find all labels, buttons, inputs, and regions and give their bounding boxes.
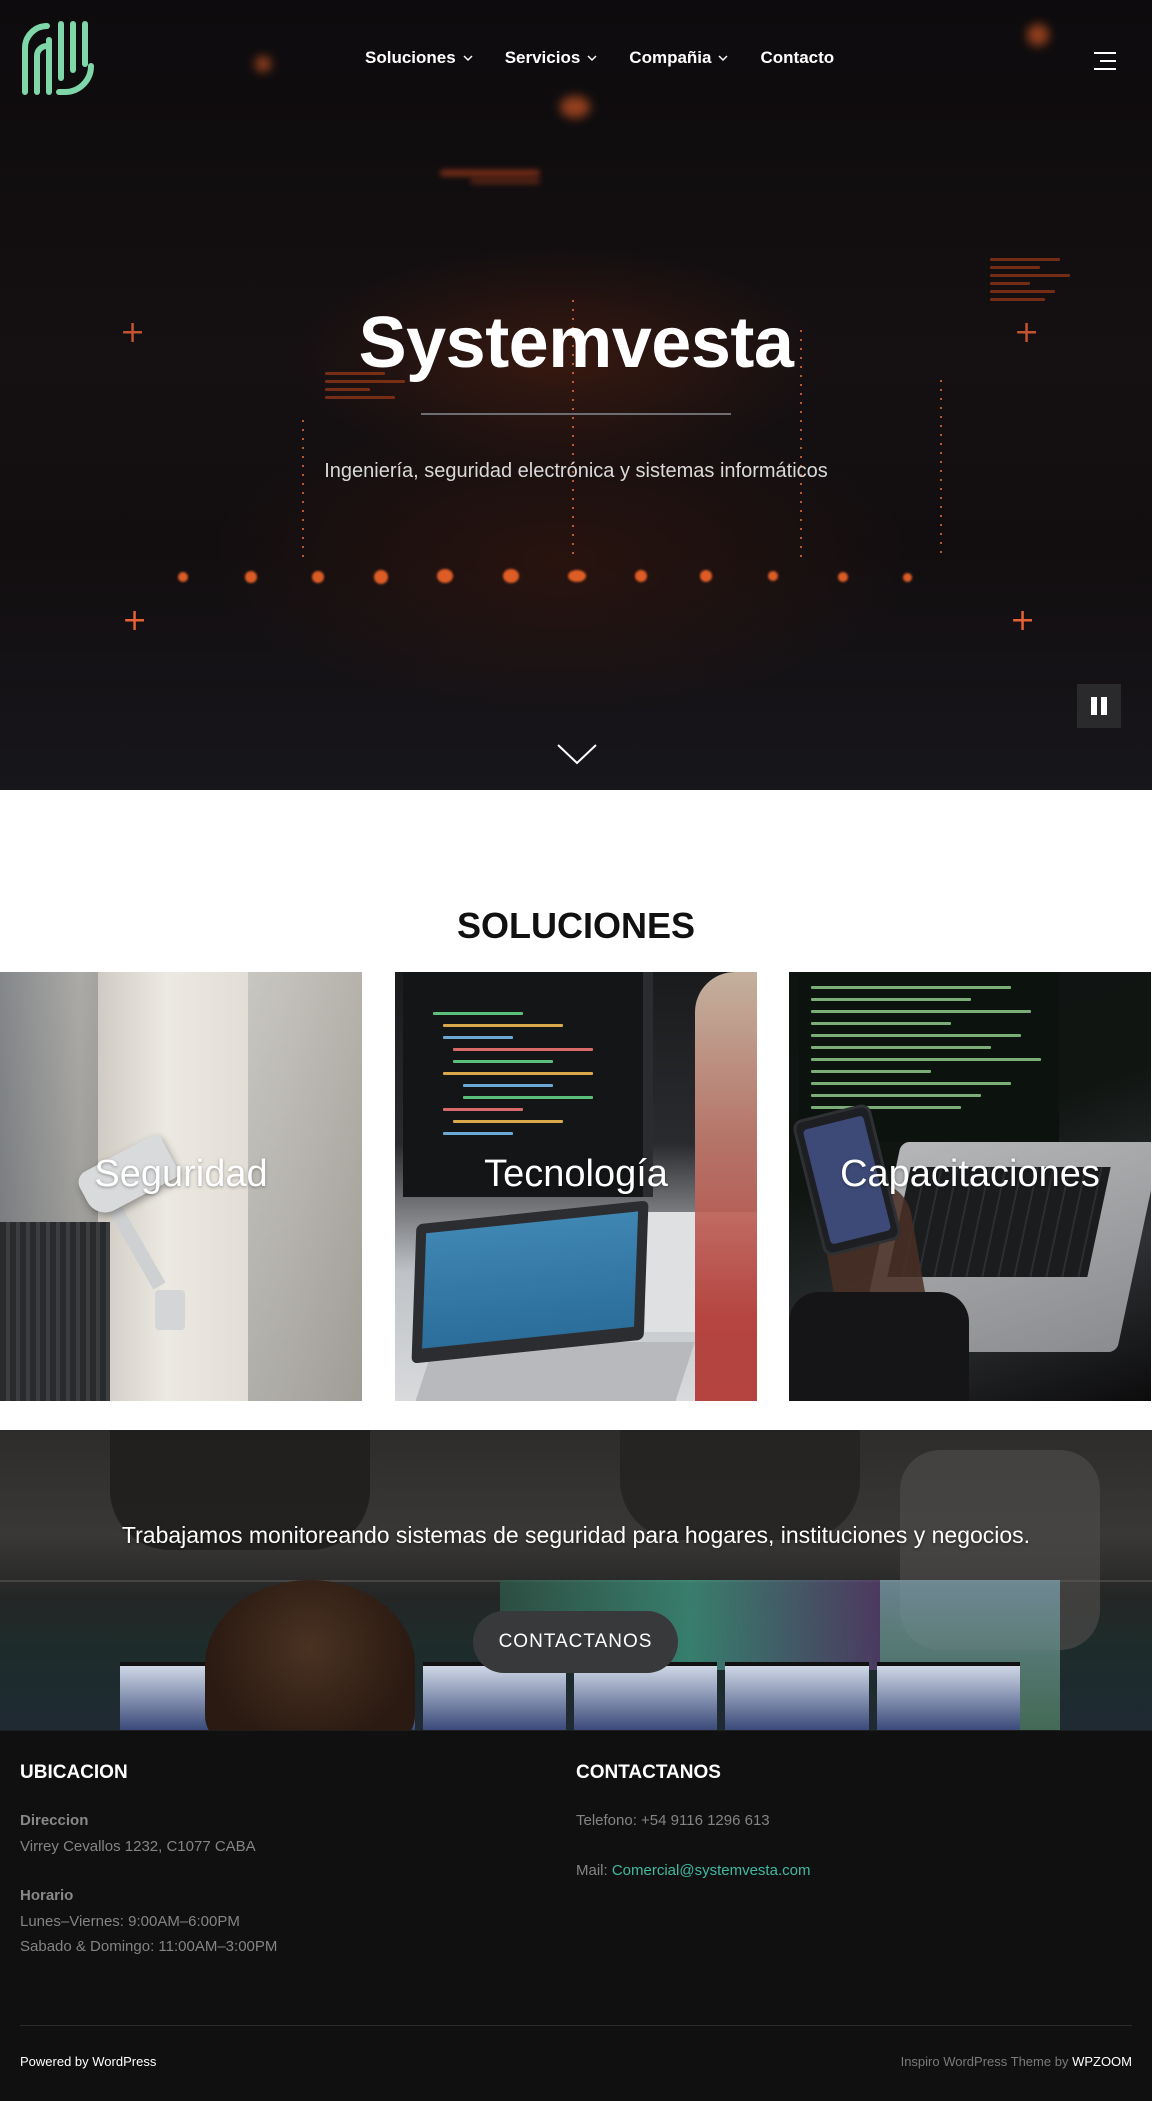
- solution-card-label: Tecnología: [484, 1153, 668, 1195]
- cta-banner: [0, 1430, 1152, 1730]
- chevron-down-icon: [463, 55, 473, 62]
- footer-hours-label: Horario: [20, 1887, 74, 1904]
- hero-light: [560, 96, 590, 118]
- hero-light-streak: [470, 178, 540, 184]
- solution-card-label: Seguridad: [94, 1153, 268, 1195]
- hero-light: [700, 570, 712, 582]
- pause-button[interactable]: [1077, 684, 1121, 728]
- hero-light: [374, 570, 388, 584]
- card-photo-wall: [0, 1222, 110, 1401]
- footer-address-label: Direccion: [20, 1812, 89, 1829]
- solution-card-tecnologia[interactable]: Tecnología: [395, 972, 757, 1401]
- nav-item-soluciones[interactable]: Soluciones: [365, 48, 473, 68]
- nav-item-label: Servicios: [504, 48, 581, 67]
- theme-credit: Inspiro WordPress Theme by WPZOOM: [901, 2054, 1132, 2069]
- main-nav: Soluciones Servicios Compañia Contacto: [365, 48, 834, 68]
- hero-light: [768, 571, 778, 581]
- nav-item-label: Contacto: [760, 48, 835, 67]
- hero-light: [838, 572, 848, 582]
- systemvesta-logo-icon[interactable]: [20, 20, 96, 96]
- cta-photo-operator: [205, 1580, 415, 1730]
- pause-icon: [1091, 697, 1097, 715]
- hero-light-trail: [302, 420, 304, 560]
- hero-code-lines: [990, 258, 1080, 306]
- card-photo-camera-base: [155, 1290, 185, 1330]
- hero-light: [503, 569, 519, 583]
- hero-light: [568, 570, 586, 582]
- footer-divider: [20, 2025, 1132, 2026]
- hero-divider: [421, 413, 731, 415]
- hero-light: [312, 571, 324, 583]
- nav-item-servicios[interactable]: Servicios: [505, 48, 598, 68]
- footer-location-heading: UBICACION: [20, 1762, 128, 1783]
- hero-light: [1027, 24, 1049, 46]
- footer-phone: Telefono: +54 9116 1296 613: [576, 1812, 770, 1829]
- contact-button[interactable]: CONTACTANOS: [473, 1611, 678, 1673]
- hero-spark: +: [122, 603, 148, 638]
- solutions-title: SOLUCIONES: [456, 905, 696, 946]
- hero-light: [635, 570, 647, 582]
- nav-item-label: Soluciones: [365, 48, 456, 67]
- hero-light: [245, 571, 257, 583]
- footer-mail-label: Mail:: [576, 1862, 612, 1879]
- laptop-screen: [422, 1211, 639, 1349]
- hamburger-menu-icon[interactable]: [1094, 52, 1116, 70]
- card-photo-sleeve: [789, 1292, 969, 1401]
- solution-card-label: Capacitaciones: [840, 1153, 1100, 1195]
- nav-item-label: Compañia: [629, 48, 712, 67]
- powered-by-link[interactable]: Powered by WordPress: [20, 2054, 156, 2069]
- hero-light: [437, 569, 453, 583]
- hero-light-streak: [440, 170, 540, 176]
- pause-icon: [1101, 697, 1107, 715]
- chevron-down-icon: [718, 55, 729, 62]
- laptop-image: [411, 1200, 649, 1364]
- chevron-down-icon: [587, 55, 597, 62]
- hero-subtitle: Ingeniería, seguridad electrónica y sist…: [324, 460, 828, 482]
- theme-vendor-link[interactable]: WPZOOM: [1072, 2054, 1132, 2069]
- footer-mail-row: Mail: Comercial@systemvesta.com: [576, 1862, 810, 1879]
- hero-light: [178, 572, 188, 582]
- solution-card-capacitaciones[interactable]: Capacitaciones: [789, 972, 1151, 1401]
- nav-item-compania[interactable]: Compañia: [629, 48, 729, 68]
- hero-spark: +: [1010, 603, 1036, 638]
- footer-address: Virrey Cevallos 1232, C1077 CABA: [20, 1838, 256, 1855]
- chevron-down-icon[interactable]: [556, 742, 598, 766]
- hero-light: [255, 56, 271, 72]
- theme-credit-text: Inspiro WordPress Theme by: [900, 2054, 1073, 2069]
- hero-section: + + + + Soluciones Servicios Compañia Co…: [0, 0, 1152, 790]
- hero-title: Systemvesta: [358, 303, 794, 383]
- hero-light: [903, 573, 912, 582]
- solution-card-seguridad[interactable]: Seguridad: [0, 972, 362, 1401]
- cta-text: Trabajamos monitoreando sistemas de segu…: [121, 1522, 1031, 1548]
- footer-mail-link[interactable]: Comercial@systemvesta.com: [612, 1862, 811, 1879]
- footer-hours-weekend: Sabado & Domingo: 11:00AM–3:00PM: [20, 1938, 278, 1955]
- footer-hours-weekdays: Lunes–Viernes: 9:00AM–6:00PM: [20, 1913, 240, 1930]
- footer-contact-heading: CONTACTANOS: [576, 1762, 721, 1783]
- nav-item-contacto[interactable]: Contacto: [760, 48, 834, 68]
